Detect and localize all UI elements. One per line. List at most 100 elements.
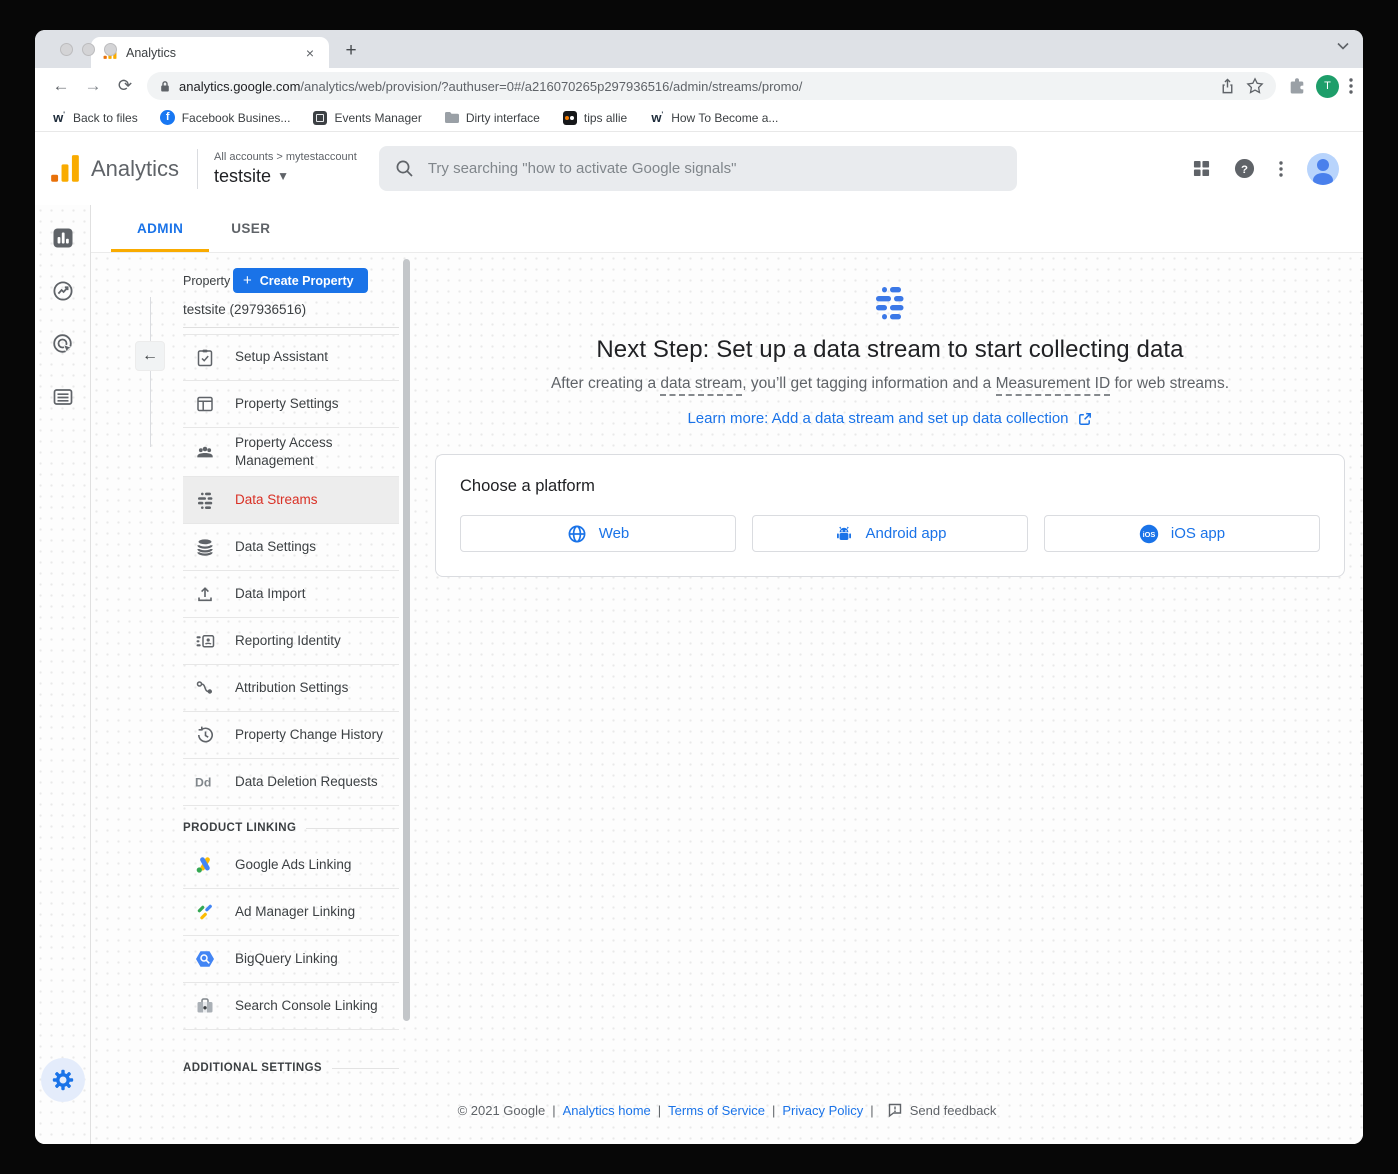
footer-link-privacy[interactable]: Privacy Policy <box>782 1103 863 1118</box>
panel-scrollbar[interactable] <box>403 259 410 1021</box>
tips-allie-icon <box>562 110 578 126</box>
tab-admin[interactable]: ADMIN <box>137 205 183 252</box>
sidebar-item-property-settings[interactable]: Property Settings <box>183 381 399 428</box>
product-linking-header: PRODUCT LINKING <box>183 822 399 834</box>
admin-user-tabs: ADMIN USER <box>91 205 1363 253</box>
additional-settings-header: ADDITIONAL SETTINGS <box>183 1062 399 1074</box>
measurement-id-term[interactable]: Measurement ID <box>996 375 1111 396</box>
header-divider <box>197 149 198 189</box>
sidebar-item-attribution-settings[interactable]: Attribution Settings <box>183 665 399 712</box>
analytics-header: Analytics All accounts > mytestaccount t… <box>35 132 1363 205</box>
sidebar-item-google-ads-linking[interactable]: Google Ads Linking <box>183 842 399 889</box>
sidebar-item-search-console-linking[interactable]: Search Console Linking <box>183 983 399 1030</box>
property-name: testsite <box>214 166 271 187</box>
menu-item-label: Attribution Settings <box>235 679 348 697</box>
back-icon[interactable]: ← <box>48 73 74 99</box>
account-picker[interactable]: All accounts > mytestaccount testsite▼ <box>214 151 357 187</box>
search-icon <box>395 159 414 178</box>
sidebar-item-data-settings[interactable]: Data Settings <box>183 524 399 571</box>
sidebar-item-reporting-identity[interactable]: Reporting Identity <box>183 618 399 665</box>
search-input[interactable] <box>428 160 1001 177</box>
share-icon[interactable] <box>1219 78 1236 95</box>
history-icon <box>195 725 215 745</box>
search-bar[interactable] <box>379 146 1017 191</box>
product-name: Analytics <box>91 156 179 182</box>
bookmark-back-to-files[interactable]: w' Back to files <box>51 110 138 126</box>
new-tab-button[interactable]: + <box>337 37 365 65</box>
explore-nav-icon[interactable] <box>50 278 76 304</box>
feedback-icon <box>887 1102 903 1118</box>
web-platform-button[interactable]: Web <box>460 515 736 552</box>
ios-app-platform-button[interactable]: iOS iOS app <box>1044 515 1320 552</box>
analytics-logo[interactable]: Analytics <box>49 154 179 184</box>
sidebar-item-data-deletion-requests[interactable]: Dd Data Deletion Requests <box>183 759 399 806</box>
data-stream-term[interactable]: data stream <box>660 375 742 396</box>
bookmark-events-manager[interactable]: Events Manager <box>312 110 421 126</box>
sidebar-item-property-access-management[interactable]: Property Access Management <box>183 428 399 477</box>
menu-item-label: Reporting Identity <box>235 632 341 650</box>
sidebar-item-bigquery-linking[interactable]: BigQuery Linking <box>183 936 399 983</box>
close-window-button[interactable] <box>60 43 73 56</box>
bookmark-dirty-interface[interactable]: Dirty interface <box>444 110 540 126</box>
search-console-icon <box>195 996 215 1016</box>
close-tab-icon[interactable]: × <box>301 44 319 62</box>
bookmark-facebook-business[interactable]: f Facebook Busines... <box>160 110 291 126</box>
w-logo-icon: w' <box>51 110 67 126</box>
extensions-puzzle-icon[interactable] <box>1288 77 1306 95</box>
data-streams-icon <box>195 490 215 510</box>
svg-text:iOS: iOS <box>1143 529 1156 538</box>
send-feedback-link[interactable]: Send feedback <box>910 1103 997 1118</box>
reload-icon[interactable]: ⟳ <box>112 73 138 99</box>
header-kebab-icon[interactable] <box>1279 161 1283 177</box>
sidebar-item-setup-assistant[interactable]: Setup Assistant <box>183 334 399 381</box>
collapse-panel-button[interactable]: ← <box>135 341 165 371</box>
sidebar-item-ad-manager-linking[interactable]: Ad Manager Linking <box>183 889 399 936</box>
zoom-window-button[interactable] <box>104 43 117 56</box>
create-property-button[interactable]: +Create Property <box>233 268 368 293</box>
account-avatar[interactable] <box>1307 153 1339 185</box>
platform-card-title: Choose a platform <box>460 477 1320 496</box>
browser-profile-avatar[interactable]: T <box>1316 75 1339 98</box>
bookmark-star-icon[interactable] <box>1246 77 1264 95</box>
menu-item-label: Search Console Linking <box>235 997 378 1015</box>
sidebar-item-property-change-history[interactable]: Property Change History <box>183 712 399 759</box>
help-icon[interactable]: ? <box>1234 158 1255 179</box>
ad-manager-icon <box>195 902 215 922</box>
sidebar-item-data-streams[interactable]: Data Streams <box>183 477 399 524</box>
tab-user[interactable]: USER <box>231 205 270 252</box>
android-app-platform-button[interactable]: Android app <box>752 515 1028 552</box>
advertising-nav-icon[interactable] <box>50 331 76 357</box>
reports-nav-icon[interactable] <box>50 225 76 251</box>
footer-link-terms[interactable]: Terms of Service <box>668 1103 765 1118</box>
data-stream-promo: Next Step: Set up a data stream to start… <box>417 253 1363 577</box>
window-controls[interactable] <box>60 43 117 56</box>
left-nav-rail <box>35 205 91 1144</box>
browser-window: Analytics × + ← → ⟳ analytics.google.com… <box>35 30 1363 1144</box>
menu-item-label: Data Import <box>235 585 306 603</box>
footer-link-analytics-home[interactable]: Analytics home <box>563 1103 651 1118</box>
browser-tab-analytics[interactable]: Analytics × <box>91 37 329 68</box>
facebook-icon: f <box>160 110 176 126</box>
plus-icon: + <box>243 272 252 289</box>
external-link-icon <box>1077 411 1093 427</box>
apps-grid-icon[interactable] <box>1193 160 1210 177</box>
forward-icon[interactable]: → <box>80 73 106 99</box>
sidebar-item-data-import[interactable]: Data Import <box>183 571 399 618</box>
bookmark-tips-allie[interactable]: tips allie <box>562 110 627 126</box>
menu-item-label: Setup Assistant <box>235 348 328 366</box>
browser-menu-kebab-icon[interactable] <box>1349 78 1353 94</box>
promo-subtitle: After creating a data stream, you’ll get… <box>417 375 1363 393</box>
database-icon <box>195 537 215 557</box>
tab-search-chevron-icon[interactable] <box>1337 42 1349 50</box>
configure-nav-icon[interactable] <box>50 384 76 410</box>
learn-more-link[interactable]: Learn more: Add a data stream and set up… <box>417 410 1363 427</box>
svg-text:?: ? <box>1241 164 1248 176</box>
admin-gear-icon[interactable] <box>41 1058 85 1102</box>
minimize-window-button[interactable] <box>82 43 95 56</box>
address-bar[interactable]: analytics.google.com/analytics/web/provi… <box>147 72 1276 100</box>
bookmark-how-to-become[interactable]: w' How To Become a... <box>649 110 778 126</box>
data-stream-icon <box>870 285 910 323</box>
selected-property-name[interactable]: testsite (297936516) <box>183 302 306 317</box>
promo-title: Next Step: Set up a data stream to start… <box>417 336 1363 364</box>
menu-item-label: Data Streams <box>235 491 318 509</box>
